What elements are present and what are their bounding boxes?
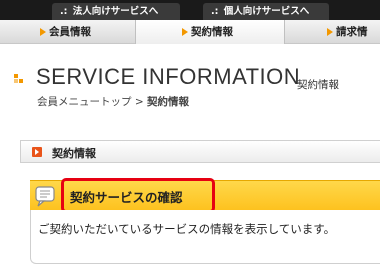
description-text: ご契約いただいているサービスの情報を表示しています。	[38, 222, 336, 236]
corporate-services-label: 法人向けサービスへ	[72, 6, 159, 17]
breadcrumb-current: 契約情報	[147, 96, 189, 108]
top-bar: .: 法人向けサービスへ .: 個人向けサービスへ	[0, 0, 380, 20]
personal-services-label: 個人向けサービスへ	[223, 6, 310, 17]
page-subtitle: 契約情報	[297, 79, 339, 91]
nav-label: 契約情報	[191, 26, 233, 38]
section-label: 契約情報	[52, 147, 96, 160]
speech-bubble-icon	[35, 186, 55, 207]
link-prefix: .:	[211, 6, 219, 17]
corporate-services-link[interactable]: .: 法人向けサービスへ	[52, 3, 180, 20]
play-icon	[32, 147, 42, 157]
breadcrumb: 会員メニュートップ > 契約情報	[37, 94, 189, 109]
arrow-right-icon	[40, 28, 46, 36]
nav-contract-info[interactable]: 契約情報	[135, 20, 285, 44]
breadcrumb-separator: >	[134, 96, 144, 108]
personal-services-link[interactable]: .: 個人向けサービスへ	[203, 3, 329, 20]
breadcrumb-home[interactable]: 会員メニュートップ	[37, 96, 132, 108]
link-prefix: .:	[60, 6, 68, 17]
page-title: SERVICE INFORMATION	[36, 64, 301, 89]
nav-billing-info[interactable]: 請求情	[327, 20, 368, 44]
main-nav: 会員情報 契約情報 請求情	[0, 20, 380, 44]
description-box	[30, 210, 380, 264]
arrow-right-icon	[327, 28, 333, 36]
nav-label: 請求情	[336, 26, 368, 38]
nav-label: 会員情報	[49, 26, 91, 38]
headline-title: 契約サービスの確認	[70, 190, 183, 205]
nav-member-info[interactable]: 会員情報	[40, 20, 91, 44]
section-header: 契約情報	[20, 140, 380, 163]
title-bullet-icon	[14, 74, 24, 84]
arrow-right-icon	[182, 28, 188, 36]
